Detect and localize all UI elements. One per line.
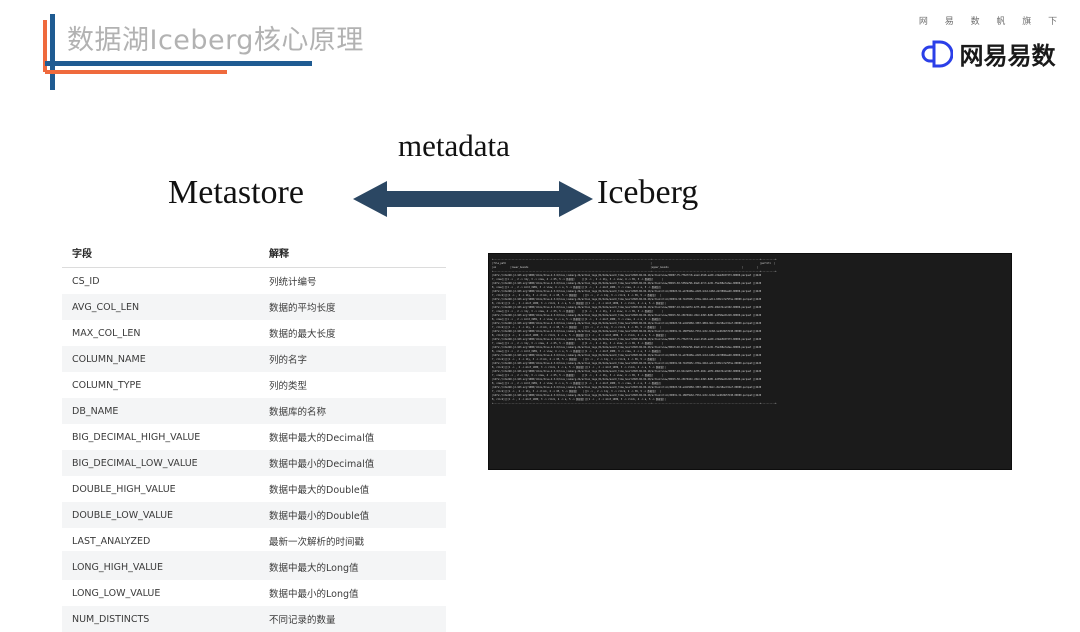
cell-description: 列统计编号 — [259, 268, 446, 295]
cell-field: LONG_LOW_VALUE — [62, 580, 259, 606]
header-decoration-horizontal-blue — [45, 61, 312, 66]
brand-logo: 网 易 数 帆 旗 下 网易易数 — [908, 14, 1068, 71]
table-bottom-strip — [62, 551, 446, 560]
cell-field: BIG_DECIMAL_LOW_VALUE — [62, 450, 259, 476]
diagram-node-iceberg: Iceberg — [597, 174, 698, 212]
cell-description: 数据中最小的Decimal值 — [259, 450, 446, 476]
table-row: DB_NAME数据库的名称 — [62, 398, 446, 424]
table-row: BIG_DECIMAL_LOW_VALUE数据中最小的Decimal值 — [62, 450, 446, 476]
table-header-field: 字段 — [62, 238, 259, 268]
double-headed-arrow-icon — [353, 178, 593, 225]
cell-description: 数据的平均长度 — [259, 294, 446, 320]
table-row: AVG_COL_LEN数据的平均长度 — [62, 294, 446, 320]
metastore-column-stats-table: 字段 解释 CS_ID列统计编号 AVG_COL_LEN数据的平均长度 MAX_… — [62, 238, 446, 632]
cell-field: NUM_DISTINCTS — [62, 606, 259, 632]
cell-field: COLUMN_NAME — [62, 346, 259, 372]
cell-description: 列的名字 — [259, 346, 446, 372]
cell-description: 不同记录的数量 — [259, 606, 446, 632]
table-row: BIG_DECIMAL_HIGH_VALUE数据中最大的Decimal值 — [62, 424, 446, 450]
cell-description: 数据中最小的Long值 — [259, 580, 446, 606]
cell-description: 数据中最大的Decimal值 — [259, 424, 446, 450]
cell-description: 数据库的名称 — [259, 398, 446, 424]
table-header-description: 解释 — [259, 238, 446, 268]
cell-field: BIG_DECIMAL_HIGH_VALUE — [62, 424, 259, 450]
header-decoration-horizontal-orange — [45, 70, 227, 74]
header-decoration-vertical-blue — [50, 14, 55, 90]
table-header-row: 字段 解释 — [62, 238, 446, 268]
cell-field: MAX_COL_LEN — [62, 320, 259, 346]
cell-field: DOUBLE_HIGH_VALUE — [62, 476, 259, 502]
diagram-label-metadata: metadata — [398, 128, 510, 164]
terminal-text: +---------------------------------------… — [489, 258, 1011, 406]
brand-lockup: 网易易数 — [908, 36, 1068, 71]
page-title: 数据湖Iceberg核心原理 — [67, 18, 364, 57]
iceberg-manifest-terminal-output: +---------------------------------------… — [488, 253, 1012, 470]
diagram-node-metastore: Metastore — [168, 174, 304, 212]
cell-description: 列的类型 — [259, 372, 446, 398]
table-row: CS_ID列统计编号 — [62, 268, 446, 295]
brand-name: 网易易数 — [960, 36, 1056, 71]
cell-field: COLUMN_TYPE — [62, 372, 259, 398]
cell-field: DB_NAME — [62, 398, 259, 424]
brand-tagline: 网 易 数 帆 旗 下 — [908, 14, 1068, 27]
cell-description: 数据中最大的Double值 — [259, 476, 446, 502]
table-row: MAX_COL_LEN数据的最大长度 — [62, 320, 446, 346]
metadata-exchange-diagram: metadata Metastore Iceberg — [160, 128, 760, 238]
table-body: CS_ID列统计编号 AVG_COL_LEN数据的平均长度 MAX_COL_LE… — [62, 268, 446, 632]
cell-description: 数据中最小的Double值 — [259, 502, 446, 528]
table-row: NUM_DISTINCTS不同记录的数量 — [62, 606, 446, 632]
cell-field: DOUBLE_LOW_VALUE — [62, 502, 259, 528]
table-row: LONG_LOW_VALUE数据中最小的Long值 — [62, 580, 446, 606]
table-row: DOUBLE_LOW_VALUE数据中最小的Double值 — [62, 502, 446, 528]
netease-d-logo-icon — [921, 38, 953, 70]
table-row: COLUMN_TYPE列的类型 — [62, 372, 446, 398]
table-row: COLUMN_NAME列的名字 — [62, 346, 446, 372]
cell-field: CS_ID — [62, 268, 259, 295]
table-row: DOUBLE_HIGH_VALUE数据中最大的Double值 — [62, 476, 446, 502]
cell-field: AVG_COL_LEN — [62, 294, 259, 320]
cell-description: 数据的最大长度 — [259, 320, 446, 346]
